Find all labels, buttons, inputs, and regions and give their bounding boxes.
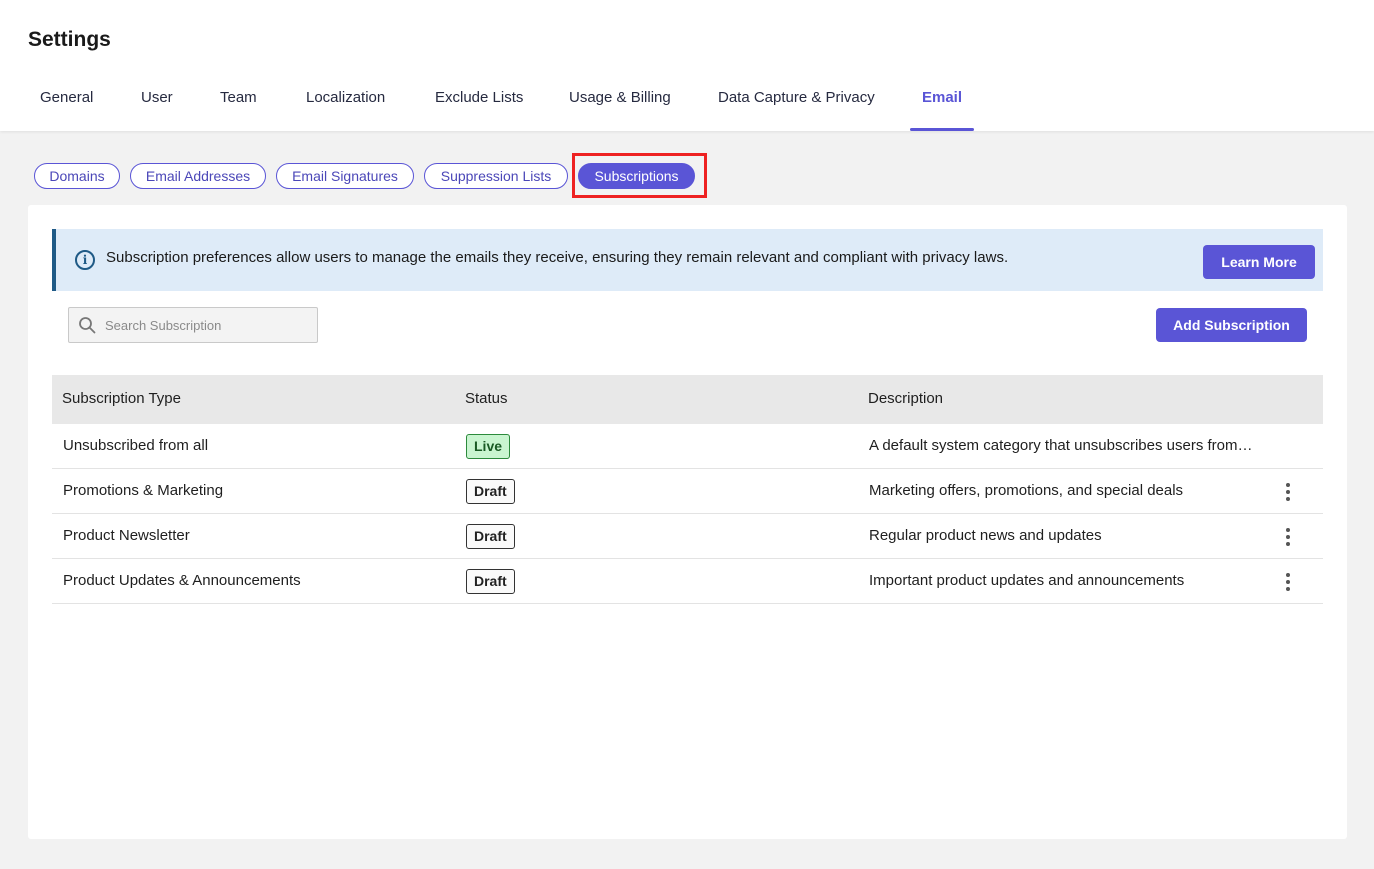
status-badge: Draft: [466, 524, 515, 549]
cell-description: Regular product news and updates: [869, 527, 1102, 544]
subscriptions-table: Subscription Type Status Description Uns…: [52, 375, 1323, 604]
tab-general[interactable]: General: [40, 78, 93, 131]
cell-subscription-type: Unsubscribed from all: [63, 437, 209, 454]
cell-subscription-type: Product Newsletter: [63, 527, 190, 544]
tab-data-capture-privacy[interactable]: Data Capture & Privacy: [718, 78, 875, 131]
settings-header: Settings General User Team Localization …: [0, 0, 1374, 131]
more-options-icon[interactable]: [1280, 482, 1296, 502]
tab-localization[interactable]: Localization: [306, 78, 385, 131]
cell-description: Important product updates and announceme…: [869, 572, 1185, 589]
tab-email[interactable]: Email: [909, 78, 975, 131]
status-badge: Draft: [466, 479, 515, 504]
subscriptions-card: i Subscription preferences allow users t…: [28, 205, 1347, 839]
more-options-icon[interactable]: [1280, 572, 1296, 592]
status-badge: Live: [466, 434, 511, 459]
search-box[interactable]: [68, 307, 318, 343]
add-subscription-button[interactable]: Add Subscription: [1156, 308, 1307, 342]
table-row[interactable]: Unsubscribed from all Live A default sys…: [52, 424, 1323, 469]
search-icon: [79, 317, 96, 334]
tab-usage-billing[interactable]: Usage & Billing: [569, 78, 671, 131]
info-icon: i: [75, 250, 95, 270]
search-input[interactable]: [105, 308, 310, 342]
table-header: Subscription Type Status Description: [52, 375, 1323, 424]
subtab-email-signatures[interactable]: Email Signatures: [276, 163, 414, 189]
tab-exclude-lists[interactable]: Exclude Lists: [435, 78, 523, 131]
subtab-domains[interactable]: Domains: [34, 163, 120, 189]
page-title: Settings: [28, 28, 111, 51]
tab-team[interactable]: Team: [220, 78, 257, 131]
more-options-icon[interactable]: [1280, 527, 1296, 547]
cell-subscription-type: Product Updates & Announcements: [63, 572, 301, 589]
cell-description: Marketing offers, promotions, and specia…: [869, 482, 1184, 499]
highlight-box: [572, 153, 707, 198]
info-banner: i Subscription preferences allow users t…: [52, 229, 1323, 291]
header-subscription-type: Subscription Type: [62, 390, 181, 407]
table-row[interactable]: Product Updates & Announcements Draft Im…: [52, 559, 1323, 604]
learn-more-button[interactable]: Learn More: [1203, 245, 1315, 279]
cell-description: A default system category that unsubscri…: [869, 437, 1254, 454]
table-row[interactable]: Promotions & Marketing Draft Marketing o…: [52, 469, 1323, 514]
subtab-email-addresses[interactable]: Email Addresses: [130, 163, 266, 189]
tab-user[interactable]: User: [141, 78, 173, 131]
subtab-suppression-lists[interactable]: Suppression Lists: [424, 163, 568, 189]
table-row[interactable]: Product Newsletter Draft Regular product…: [52, 514, 1323, 559]
cell-subscription-type: Promotions & Marketing: [63, 482, 224, 499]
status-badge: Draft: [466, 569, 515, 594]
header-description: Description: [868, 390, 944, 407]
banner-text: Subscription preferences allow users to …: [106, 249, 1009, 266]
header-status: Status: [465, 390, 508, 407]
